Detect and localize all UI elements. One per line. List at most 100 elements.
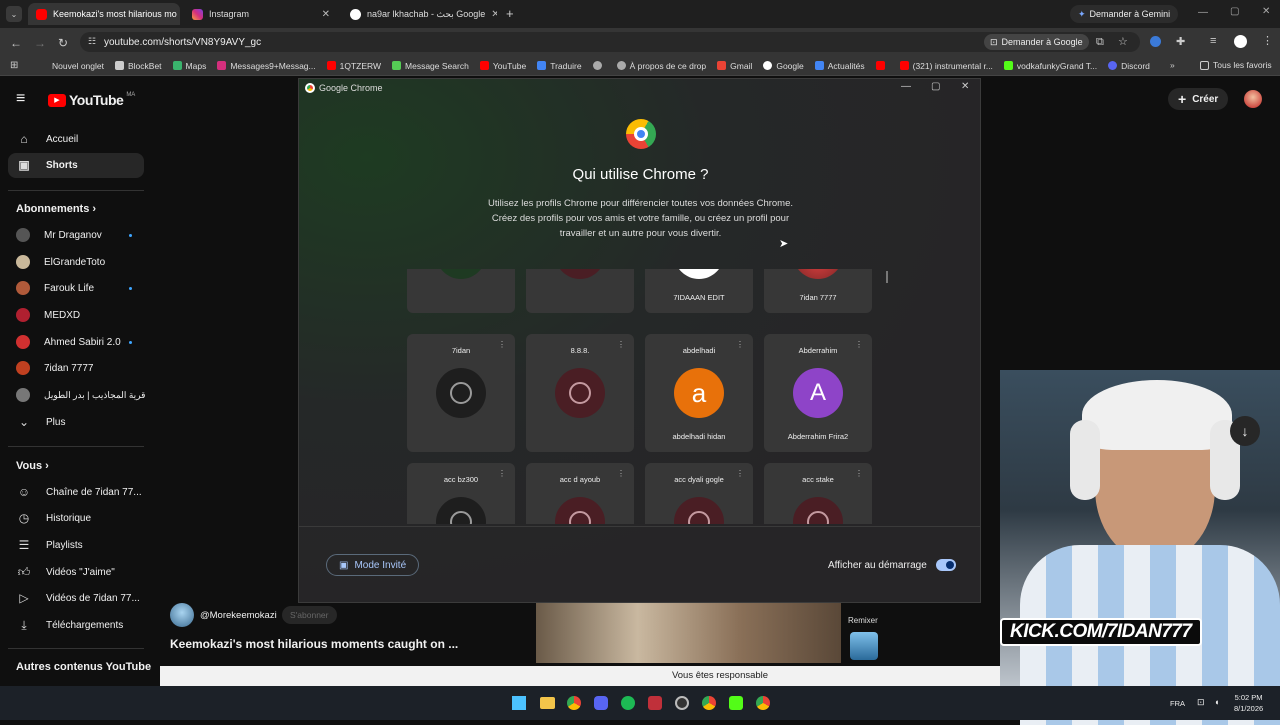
chrome-menu-icon[interactable]: ⋮ — [1262, 34, 1273, 47]
short-title[interactable]: Keemokazi's most hilarious moments caugh… — [170, 637, 458, 651]
sidebar-item-playlists[interactable]: ☰ Playlists — [16, 535, 83, 555]
tab-list-button[interactable]: ⌄ — [6, 6, 22, 22]
bookmark-item[interactable]: Nouvel onglet — [52, 61, 104, 71]
close-tab-icon[interactable]: ✕ — [491, 9, 497, 20]
bookmark-item[interactable]: 1QTZERW — [326, 61, 381, 71]
account-avatar[interactable] — [1244, 90, 1262, 108]
gemini-button[interactable]: ✦ Demander à Gemini — [1070, 5, 1179, 23]
language-indicator[interactable]: FRA — [1170, 699, 1185, 708]
minimize-icon[interactable]: — — [901, 81, 911, 92]
guest-mode-button[interactable]: ▣ Mode Invité — [326, 554, 420, 576]
profile-menu-icon[interactable]: ⋮ — [617, 340, 625, 349]
back-icon[interactable]: ← — [10, 36, 22, 50]
subscriptions-heading[interactable]: Abonnements › — [16, 203, 96, 215]
profile-menu-icon[interactable]: ⋮ — [736, 340, 744, 349]
close-window-icon[interactable]: ✕ — [1262, 6, 1270, 17]
profile-menu-icon[interactable]: ⋮ — [617, 469, 625, 478]
profile-card[interactable]: abdelhadi ⋮ a abdelhadi hidan — [645, 334, 753, 452]
app-taskbar-icon[interactable] — [648, 696, 662, 710]
site-info-icon[interactable]: ☷ — [88, 36, 96, 47]
bookmark-item[interactable]: Discord — [1108, 61, 1150, 71]
profile-card[interactable]: acc dyali gogle ⋮ — [645, 463, 753, 524]
profile-card[interactable]: 7idan ⋮ — [407, 334, 515, 452]
profile-card[interactable]: 7idan 7777 — [764, 269, 872, 313]
show-more-button[interactable]: ⌄ Plus — [16, 412, 65, 432]
more-bookmarks-icon[interactable]: » — [1170, 60, 1175, 70]
short-channel-name[interactable]: @Morekeemokazi — [200, 610, 277, 621]
bookmark-item[interactable]: Actualités — [814, 61, 865, 71]
ask-google-button[interactable]: ⊡ Demander à Google — [984, 34, 1089, 50]
tab-youtube[interactable]: Keemokazi's most hilarious mo ✕ — [28, 3, 180, 25]
you-heading[interactable]: Vous › — [16, 460, 49, 472]
bookmark-item[interactable]: Messages9+Messag... — [217, 61, 316, 71]
sidebar-item-your-videos[interactable]: ▷ Vidéos de 7idan 77... — [16, 588, 139, 608]
profile-card[interactable]: 8.8.8. ⋮ — [526, 334, 634, 452]
volume-icon[interactable]: ◖ — [1214, 697, 1219, 707]
youtube-logo[interactable]: ▶ YouTube MA — [48, 92, 135, 108]
sidebar-item-home[interactable]: ⌂ Accueil — [16, 129, 78, 149]
profile-card[interactable] — [407, 269, 515, 313]
sidebar-item-history[interactable]: ◷ Historique — [16, 508, 91, 528]
minimize-window-icon[interactable]: — — [1198, 7, 1208, 18]
bookmark-item[interactable]: Gmail — [717, 61, 752, 71]
subscription-item[interactable]: Farouk Life — [16, 278, 94, 298]
bookmark-item[interactable]: Message Search — [392, 61, 469, 71]
bookmark-item[interactable]: (321) instrumental r... — [899, 61, 993, 71]
profile-menu-icon[interactable]: ⋮ — [736, 469, 744, 478]
subscribe-button[interactable]: S'abonner — [282, 606, 337, 624]
subscription-item[interactable]: MEDXD — [16, 305, 80, 325]
bookmark-item[interactable]: BlockBet — [114, 61, 162, 71]
close-tab-icon[interactable]: ✕ — [322, 9, 330, 20]
profile-card[interactable] — [526, 269, 634, 313]
tab-search-icon[interactable]: ≡ — [1210, 35, 1216, 47]
profile-card[interactable]: acc bz300 ⋮ — [407, 463, 515, 524]
tab-instagram[interactable]: Instagram ✕ — [184, 3, 338, 25]
new-tab-button[interactable]: + — [506, 6, 514, 21]
remix-label[interactable]: Remixer — [848, 616, 878, 625]
sidebar-item-channel[interactable]: ☺ Chaîne de 7idan 77... — [16, 482, 142, 502]
channel-avatar[interactable] — [170, 603, 194, 627]
profile-grid-scrollbar[interactable] — [886, 271, 888, 283]
bookmark-item[interactable] — [875, 61, 889, 70]
windows-start-icon[interactable] — [512, 696, 526, 710]
profile-avatar[interactable] — [1234, 35, 1247, 48]
profile-card[interactable]: acc d ayoub ⋮ — [526, 463, 634, 524]
tab-google-search[interactable]: na9ar lkhachab - بحث Google ✕ — [342, 3, 497, 25]
clock[interactable]: 5:02 PM 8/1/2026 — [1234, 692, 1263, 714]
apps-grid-icon[interactable]: ⊞ — [10, 60, 18, 71]
sidebar-item-downloads[interactable]: ⤓ Téléchargements — [16, 615, 123, 635]
network-icon[interactable]: ⊡ — [1197, 697, 1205, 708]
profile-card[interactable]: acc stake ⋮ — [764, 463, 872, 524]
subscription-item[interactable]: 7idan 7777 — [16, 358, 94, 378]
bookmark-item[interactable]: vodkafunkyGrand T... — [1003, 61, 1097, 71]
install-app-icon[interactable]: ⧉ — [1096, 36, 1104, 49]
subscription-item[interactable]: Ahmed Sabiri 2.0 — [16, 332, 121, 352]
profile-menu-icon[interactable]: ⋮ — [855, 340, 863, 349]
kick-taskbar-icon[interactable] — [729, 696, 743, 710]
bookmark-star-icon[interactable]: ☆ — [1118, 35, 1128, 48]
create-button[interactable]: + Créer — [1168, 88, 1229, 110]
subscription-item[interactable]: Mr Draganov — [16, 225, 102, 245]
profile-card[interactable]: 7IDAAAN EDIT — [645, 269, 753, 313]
show-on-startup-toggle[interactable] — [936, 559, 956, 571]
profile-card[interactable]: Abderrahim ⋮ A Abderrahim Frira2 — [764, 334, 872, 452]
scroll-down-button[interactable]: ↓ — [1230, 416, 1260, 446]
restore-window-icon[interactable]: ▢ — [1230, 6, 1239, 17]
discord-taskbar-icon[interactable] — [594, 696, 608, 710]
profile-menu-icon[interactable]: ⋮ — [855, 469, 863, 478]
obs-taskbar-icon[interactable] — [675, 696, 689, 710]
sidebar-item-shorts[interactable]: ▣ Shorts — [16, 155, 77, 175]
chrome-window-taskbar-icon[interactable] — [756, 696, 770, 710]
extensions-puzzle-icon[interactable]: ✚ — [1176, 35, 1185, 48]
bookmark-item[interactable]: Maps — [172, 61, 206, 71]
subscription-item[interactable]: قرية المجاذيب | بدر الطويل — [16, 385, 145, 405]
spotify-taskbar-icon[interactable] — [621, 696, 635, 710]
bookmark-item[interactable]: À propos de ce drop — [616, 61, 706, 71]
profile-menu-icon[interactable]: ⋮ — [498, 469, 506, 478]
bookmark-item[interactable] — [592, 61, 606, 70]
close-icon[interactable]: ✕ — [961, 81, 969, 92]
chrome-taskbar-icon[interactable] — [567, 696, 581, 710]
extension-icon[interactable] — [1150, 36, 1161, 47]
all-bookmarks-folder[interactable]: Tous les favoris — [1200, 60, 1272, 70]
bookmark-item[interactable]: Google — [763, 61, 804, 71]
